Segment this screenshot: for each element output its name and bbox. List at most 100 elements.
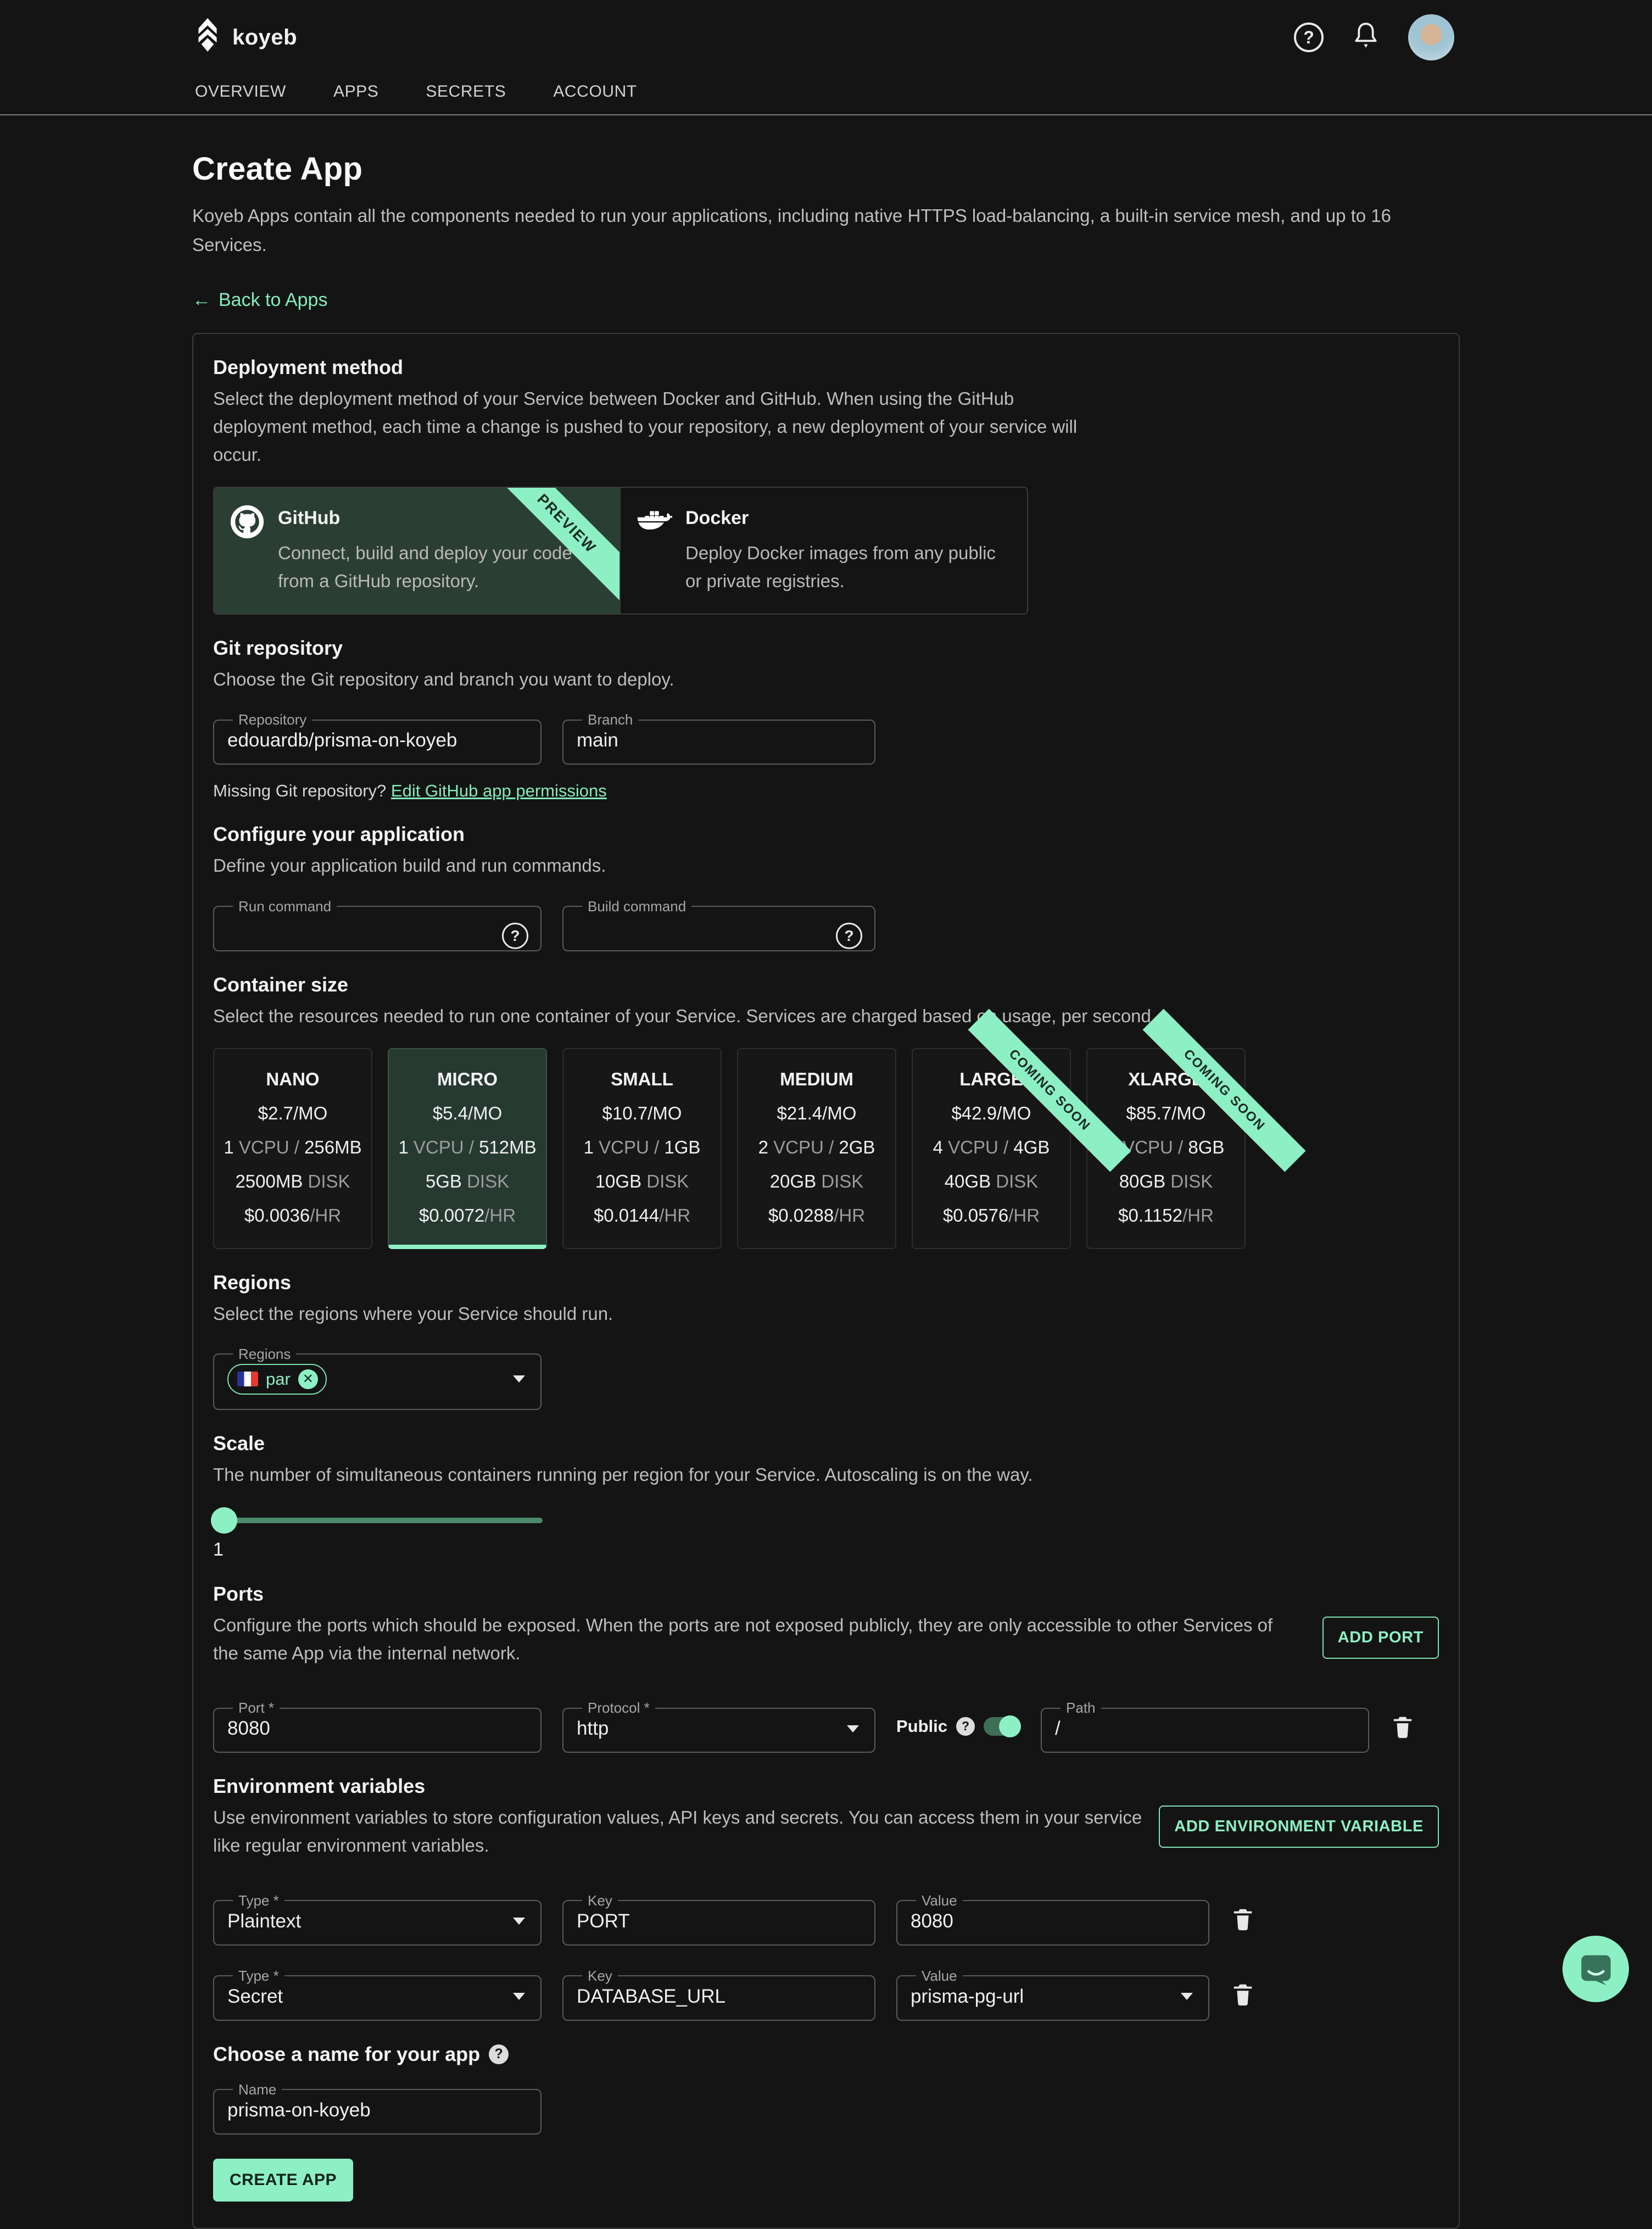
protocol-select[interactable]: Protocol * http xyxy=(562,1699,875,1753)
help-icon[interactable]: ? xyxy=(1294,23,1324,52)
chat-bubble-icon xyxy=(1578,1952,1614,1987)
nav-tab-apps[interactable]: APPS xyxy=(333,82,378,101)
env-description: Use environment variables to store confi… xyxy=(213,1803,1159,1859)
deployment-option-docker[interactable]: Docker Deploy Docker images from any pub… xyxy=(621,488,1027,614)
build-command-help-icon[interactable]: ? xyxy=(836,922,862,949)
deployment-option-github[interactable]: GitHub Connect, build and deploy your co… xyxy=(214,488,621,614)
chevron-down-icon xyxy=(513,1918,525,1925)
ports-section: Ports Configure the ports which should b… xyxy=(213,1582,1439,1753)
env-row: Type * Secret Key Value prisma-pg-url xyxy=(213,1968,1439,2021)
nav-tab-overview[interactable]: OVERVIEW xyxy=(195,82,286,101)
path-field: Path xyxy=(1041,1699,1369,1753)
docker-icon xyxy=(636,504,672,595)
env-key-input[interactable] xyxy=(577,1985,861,2013)
delete-env-button[interactable] xyxy=(1230,1981,1255,2007)
deployment-options: GitHub Connect, build and deploy your co… xyxy=(213,487,1028,615)
port-field: Port * xyxy=(213,1699,542,1753)
env-heading: Environment variables xyxy=(213,1775,1159,1798)
app-name-input[interactable] xyxy=(227,2098,527,2127)
scale-slider[interactable] xyxy=(213,1507,543,1534)
app-name-heading: Choose a name for your app xyxy=(213,2043,480,2066)
main-content: Create App Koyeb Apps contain all the co… xyxy=(0,115,1652,2229)
page-description: Koyeb Apps contain all the components ne… xyxy=(192,202,1411,260)
add-port-button[interactable]: ADD PORT xyxy=(1322,1617,1439,1659)
git-heading: Git repository xyxy=(213,637,1439,660)
deployment-heading: Deployment method xyxy=(213,356,1439,379)
size-card-medium[interactable]: MEDIUM $21.4/MO 2 VCPU / 2GB 20GB DISK $… xyxy=(737,1048,896,1249)
docker-option-title: Docker xyxy=(685,508,1004,529)
delete-port-button[interactable] xyxy=(1390,1714,1415,1739)
edit-github-permissions-link[interactable]: Edit GitHub app permissions xyxy=(391,781,607,800)
trash-icon xyxy=(1390,1714,1415,1739)
add-environment-variable-button[interactable]: ADD ENVIRONMENT VARIABLE xyxy=(1159,1806,1439,1848)
run-command-help-icon[interactable]: ? xyxy=(502,922,528,949)
public-help-icon[interactable]: ? xyxy=(956,1717,975,1736)
size-card-nano[interactable]: NANO $2.7/MO 1 VCPU / 256MB 2500MB DISK … xyxy=(213,1048,372,1249)
configure-heading: Configure your application xyxy=(213,823,1439,846)
bell-icon[interactable] xyxy=(1352,21,1380,54)
branch-field: Branch xyxy=(562,711,875,765)
scale-section: Scale The number of simultaneous contain… xyxy=(213,1432,1439,1561)
app-name-section: Choose a name for your app ? Name CREATE… xyxy=(213,2043,1439,2202)
nav-actions: ? xyxy=(1294,14,1454,60)
size-cards: NANO $2.7/MO 1 VCPU / 256MB 2500MB DISK … xyxy=(213,1048,1439,1249)
ports-description: Configure the ports which should be expo… xyxy=(213,1611,1290,1667)
avatar[interactable] xyxy=(1408,14,1454,60)
chevron-down-icon xyxy=(1181,1993,1193,2000)
scale-heading: Scale xyxy=(213,1432,1439,1455)
scale-description: The number of simultaneous containers ru… xyxy=(213,1461,1439,1489)
delete-env-button[interactable] xyxy=(1230,1906,1255,1931)
deployment-description: Select the deployment method of your Ser… xyxy=(213,384,1081,469)
regions-description: Select the regions where your Service sh… xyxy=(213,1300,1439,1328)
trash-icon xyxy=(1230,1906,1255,1931)
chat-launcher[interactable] xyxy=(1562,1936,1629,2002)
env-type-select[interactable]: Type * Secret xyxy=(213,1968,542,2021)
env-row: Type * Plaintext Key Value xyxy=(213,1892,1439,1946)
trash-icon xyxy=(1230,1981,1255,2007)
path-input[interactable] xyxy=(1055,1717,1355,1745)
chevron-down-icon xyxy=(513,1375,525,1383)
chevron-down-icon xyxy=(513,1993,525,2000)
missing-repo-line: Missing Git repository? Edit GitHub app … xyxy=(213,781,1439,801)
env-type-select[interactable]: Type * Plaintext xyxy=(213,1892,542,1946)
ports-heading: Ports xyxy=(213,1582,1290,1606)
container-size-heading: Container size xyxy=(213,973,1439,996)
git-description: Choose the Git repository and branch you… xyxy=(213,665,1439,693)
branch-input[interactable] xyxy=(577,728,861,757)
top-nav: koyeb ? OVERVIEW APPS SECRETS ACCOUNT xyxy=(0,0,1652,115)
slider-rail[interactable] xyxy=(213,1518,543,1523)
env-value-field: Value xyxy=(896,1892,1209,1946)
nav-tab-account[interactable]: ACCOUNT xyxy=(553,82,637,101)
page-title: Create App xyxy=(192,151,1460,187)
nav-tab-secrets[interactable]: SECRETS xyxy=(426,82,506,101)
create-app-button[interactable]: CREATE APP xyxy=(213,2159,353,2202)
github-option-description: Connect, build and deploy your code from… xyxy=(278,539,596,595)
koyeb-logo[interactable]: koyeb xyxy=(195,18,297,57)
region-chip-par[interactable]: par ✕ xyxy=(227,1364,327,1395)
app-name-help-icon[interactable]: ? xyxy=(489,2044,509,2064)
run-command-input[interactable] xyxy=(227,915,527,944)
regions-section: Regions Select the regions where your Se… xyxy=(213,1271,1439,1410)
build-command-field: Build command ? xyxy=(562,898,875,951)
container-size-section: Container size Select the resources need… xyxy=(213,973,1439,1249)
create-app-panel: Deployment method Select the deployment … xyxy=(192,333,1460,2229)
repository-input[interactable] xyxy=(227,728,527,757)
brand-name: koyeb xyxy=(232,25,297,50)
size-card-micro[interactable]: MICRO $5.4/MO 1 VCPU / 512MB 5GB DISK $0… xyxy=(388,1048,547,1249)
port-input[interactable] xyxy=(227,1717,527,1745)
regions-select[interactable]: Regions par ✕ xyxy=(213,1346,542,1410)
env-value-input[interactable] xyxy=(911,1909,1195,1938)
slider-thumb[interactable] xyxy=(211,1507,237,1534)
size-card-small[interactable]: SMALL $10.7/MO 1 VCPU / 1GB 10GB DISK $0… xyxy=(562,1048,722,1249)
build-command-input[interactable] xyxy=(577,915,861,944)
command-fields-row: Run command ? Build command ? xyxy=(213,898,1439,951)
remove-region-icon[interactable]: ✕ xyxy=(298,1369,318,1389)
environment-variables-section: Environment variables Use environment va… xyxy=(213,1775,1439,2020)
env-key-field: Key xyxy=(562,1968,875,2021)
app-name-field: Name xyxy=(213,2081,542,2135)
arrow-left-icon: ← xyxy=(192,289,211,311)
env-value-select[interactable]: Value prisma-pg-url xyxy=(896,1968,1209,2021)
back-to-apps-link[interactable]: ← Back to Apps xyxy=(192,289,327,311)
public-toggle[interactable] xyxy=(984,1717,1020,1736)
env-key-input[interactable] xyxy=(577,1909,861,1938)
